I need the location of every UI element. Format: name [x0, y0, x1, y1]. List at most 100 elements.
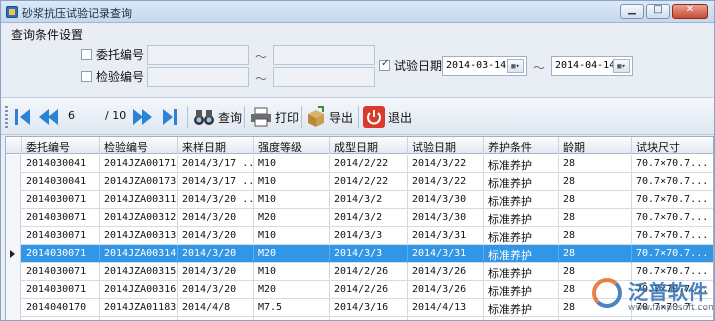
- date-to-picker[interactable]: 2014-04-14 ▦▾: [551, 56, 633, 76]
- table-cell[interactable]: 2014/3/30: [408, 209, 484, 227]
- first-page-button[interactable]: [13, 107, 33, 127]
- test-no-checkbox[interactable]: [81, 71, 92, 82]
- table-cell[interactable]: 2014030071: [22, 245, 100, 263]
- row-selector[interactable]: [6, 281, 21, 299]
- test-date-checkbox[interactable]: [379, 58, 390, 71]
- table-row[interactable]: 2014030041 2014JZA00171 2014/3/17 ... M10 20…: [6, 155, 713, 173]
- table-cell[interactable]: 标准养护: [484, 209, 559, 227]
- table-cell[interactable]: 2014/4/8: [178, 317, 254, 320]
- search-button[interactable]: 查询: [193, 104, 242, 130]
- table-cell[interactable]: 2014JZA01216: [100, 317, 178, 320]
- test-no-to-input[interactable]: [273, 67, 375, 87]
- table-cell[interactable]: 2014030071: [22, 191, 100, 209]
- table-cell[interactable]: 2014JZA00313: [100, 227, 178, 245]
- print-button[interactable]: 打印: [250, 104, 299, 130]
- table-cell[interactable]: 2014/3/26: [408, 263, 484, 281]
- column-header[interactable]: 养护条件: [484, 137, 559, 154]
- table-cell[interactable]: 2014/3/22: [408, 173, 484, 191]
- table-cell[interactable]: 标准养护: [484, 227, 559, 245]
- table-cell[interactable]: 2014/3/20: [178, 245, 254, 263]
- close-button[interactable]: ✕: [672, 4, 708, 19]
- table-cell[interactable]: 2014040151: [22, 317, 100, 320]
- table-cell[interactable]: 2014/3/3: [330, 245, 408, 263]
- table-row[interactable]: 2014030071 2014JZA00311 2014/3/20 ... M10 20…: [6, 191, 713, 209]
- table-cell[interactable]: 28: [559, 227, 632, 245]
- table-cell[interactable]: 2014JZA00171: [100, 155, 178, 173]
- table-cell[interactable]: 2014/3/2: [330, 209, 408, 227]
- table-row[interactable]: 2014030071 2014JZA00314 2014/3/20 M20 2014/3…: [6, 245, 713, 263]
- table-cell[interactable]: 标准养护: [484, 155, 559, 173]
- table-cell[interactable]: 2014/4/8: [178, 299, 254, 317]
- table-cell[interactable]: 2014/2/26: [330, 263, 408, 281]
- minimize-button[interactable]: ▁: [620, 4, 644, 19]
- table-row[interactable]: 2014030071 2014JZA00313 2014/3/20 M10 2014/3…: [6, 227, 713, 245]
- table-cell[interactable]: 70.7×70.7...: [632, 209, 713, 227]
- entrust-no-to-input[interactable]: [273, 45, 375, 65]
- table-cell[interactable]: 2014JZA00316: [100, 281, 178, 299]
- table-cell[interactable]: 标准养护: [484, 281, 559, 299]
- calendar-dropdown-icon[interactable]: ▦▾: [507, 59, 524, 73]
- toolbar-grip[interactable]: [5, 106, 8, 128]
- table-cell[interactable]: 2014/3/16: [330, 299, 408, 317]
- table-cell[interactable]: M7.5: [254, 317, 330, 320]
- table-cell[interactable]: 标准养护: [484, 317, 559, 320]
- table-cell[interactable]: 标准养护: [484, 173, 559, 191]
- prev-page-button[interactable]: [39, 107, 59, 127]
- calendar-dropdown-icon[interactable]: ▦▾: [613, 59, 630, 73]
- table-cell[interactable]: 2014JZA00315: [100, 263, 178, 281]
- export-button[interactable]: 导出: [306, 104, 353, 130]
- table-cell[interactable]: 70.7×70.7...: [632, 245, 713, 263]
- table-cell[interactable]: 2014/3/31: [408, 227, 484, 245]
- table-cell[interactable]: 2014030041: [22, 173, 100, 191]
- table-cell[interactable]: 2014/2/22: [330, 173, 408, 191]
- table-cell[interactable]: 2014/3/20: [178, 227, 254, 245]
- test-no-from-input[interactable]: [147, 67, 249, 87]
- column-header[interactable]: 试验日期: [408, 137, 484, 154]
- row-selector[interactable]: [6, 173, 21, 191]
- table-cell[interactable]: 28: [559, 155, 632, 173]
- table-cell[interactable]: 70.7×70.7...: [632, 155, 713, 173]
- column-header[interactable]: 龄期: [559, 137, 632, 154]
- table-cell[interactable]: 2014/3/22: [408, 155, 484, 173]
- column-header[interactable]: 检验编号: [100, 137, 178, 154]
- table-cell[interactable]: 标准养护: [484, 263, 559, 281]
- column-header[interactable]: 来样日期: [178, 137, 254, 154]
- table-cell[interactable]: 2014/3/20: [178, 281, 254, 299]
- table-cell[interactable]: 2014/3/2: [330, 191, 408, 209]
- last-page-button[interactable]: [161, 107, 181, 127]
- table-cell[interactable]: 2014/3/3: [330, 227, 408, 245]
- table-cell[interactable]: 2014/2/26: [330, 281, 408, 299]
- table-cell[interactable]: 2014040170: [22, 299, 100, 317]
- table-cell[interactable]: 70.7×70.7...: [632, 173, 713, 191]
- table-cell[interactable]: 2014/4/13: [408, 317, 484, 320]
- table-cell[interactable]: M10: [254, 155, 330, 173]
- table-cell[interactable]: M20: [254, 281, 330, 299]
- table-cell[interactable]: 2014030071: [22, 263, 100, 281]
- row-selector[interactable]: [6, 245, 21, 263]
- row-selector[interactable]: [6, 317, 21, 320]
- table-cell[interactable]: 2014JZA00314: [100, 245, 178, 263]
- table-cell[interactable]: 2014JZA00311: [100, 191, 178, 209]
- table-cell[interactable]: 2014/2/22: [330, 155, 408, 173]
- next-page-button[interactable]: [133, 107, 153, 127]
- row-selector[interactable]: [6, 191, 21, 209]
- row-selector[interactable]: [6, 227, 21, 245]
- table-cell[interactable]: 2014030071: [22, 281, 100, 299]
- table-cell[interactable]: 标准养护: [484, 299, 559, 317]
- table-cell[interactable]: 2014/3/17 ...: [178, 155, 254, 173]
- table-row[interactable]: 2014030071 2014JZA00312 2014/3/20 M20 2014/3…: [6, 209, 713, 227]
- table-cell[interactable]: 2014JZA00173: [100, 173, 178, 191]
- table-cell[interactable]: M10: [254, 227, 330, 245]
- table-cell[interactable]: M10: [254, 263, 330, 281]
- table-cell[interactable]: 2014/3/16: [330, 317, 408, 320]
- entrust-no-from-input[interactable]: [147, 45, 249, 65]
- table-cell[interactable]: 2014030071: [22, 209, 100, 227]
- table-cell[interactable]: 2014/3/20: [178, 263, 254, 281]
- table-row[interactable]: 2014030041 2014JZA00173 2014/3/17 ... M10 20…: [6, 173, 713, 191]
- table-cell[interactable]: 28: [559, 209, 632, 227]
- exit-button[interactable]: 退出: [363, 104, 412, 130]
- table-cell[interactable]: 2014JZA00312: [100, 209, 178, 227]
- table-cell[interactable]: 2014/3/31: [408, 245, 484, 263]
- table-cell[interactable]: 标准养护: [484, 191, 559, 209]
- table-cell[interactable]: M10: [254, 191, 330, 209]
